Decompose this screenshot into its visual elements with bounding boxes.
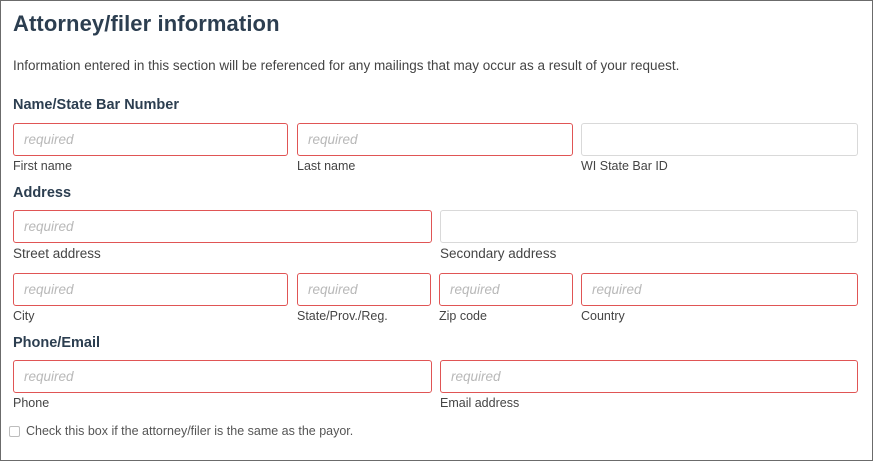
city-label: City [13, 309, 35, 323]
same-as-payor-row[interactable]: Check this box if the attorney/filer is … [9, 424, 353, 438]
email-label: Email address [440, 396, 520, 410]
street-address-input[interactable] [13, 210, 432, 243]
attorney-filer-panel: Attorney/filer information Information e… [0, 0, 873, 461]
phone-label: Phone [13, 396, 50, 410]
last-name-input[interactable] [297, 123, 573, 156]
country-label: Country [581, 309, 625, 323]
email-input[interactable] [440, 360, 858, 393]
state-input[interactable] [297, 273, 431, 306]
same-as-payor-checkbox[interactable] [9, 425, 20, 437]
state-bar-id-input[interactable] [581, 123, 858, 156]
section-heading-address: Address [13, 185, 72, 201]
section-heading-phone-email: Phone/Email [13, 335, 101, 351]
first-name-input[interactable] [13, 123, 288, 156]
page-title: Attorney/filer information [13, 11, 280, 36]
zip-code-input[interactable] [439, 273, 573, 306]
section-heading-name: Name/State Bar Number [13, 97, 179, 113]
intro-text: Information entered in this section will… [13, 58, 680, 73]
street-address-label: Street address [13, 246, 101, 261]
zip-code-label: Zip code [439, 309, 487, 323]
city-input[interactable] [13, 273, 288, 306]
same-as-payor-label[interactable]: Check this box if the attorney/filer is … [26, 424, 353, 438]
state-bar-id-label: WI State Bar ID [581, 159, 668, 173]
secondary-address-input[interactable] [440, 210, 858, 243]
secondary-address-label: Secondary address [440, 246, 557, 261]
country-input[interactable] [581, 273, 858, 306]
phone-input[interactable] [13, 360, 432, 393]
state-label: State/Prov./Reg. [297, 309, 388, 323]
first-name-label: First name [13, 159, 73, 173]
last-name-label: Last name [297, 159, 356, 173]
